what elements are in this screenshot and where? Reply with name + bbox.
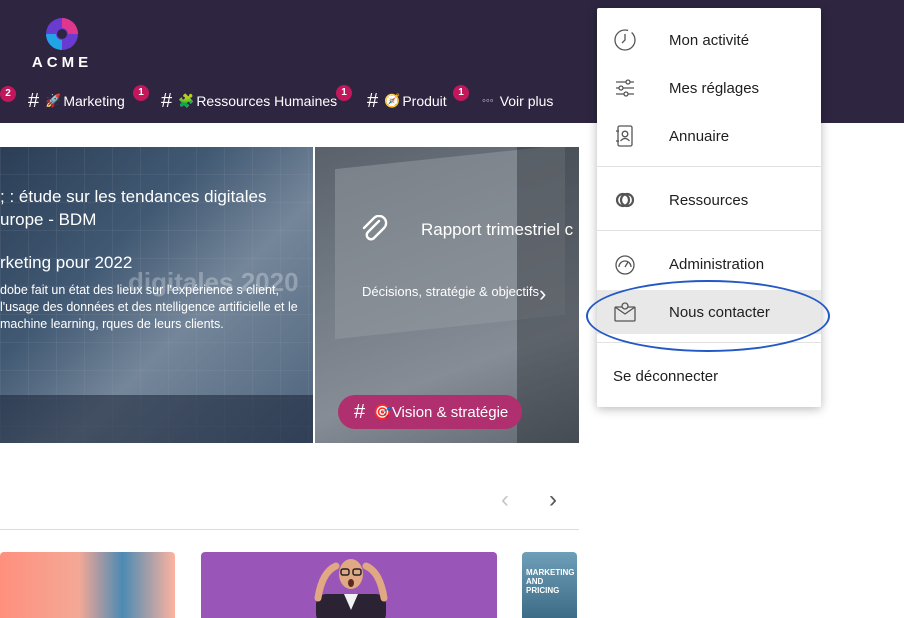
rocket-icon: 🚀 — [45, 93, 62, 108]
nav-badge-produit: 1 — [453, 85, 469, 101]
menu-separator — [597, 342, 821, 343]
menu-item-label: Administration — [669, 255, 765, 273]
nav-item-label: Ressources Humaines — [196, 93, 338, 109]
menu-item-se-deconnecter[interactable]: Se déconnecter — [597, 354, 821, 398]
article-card-3[interactable]: MARKETING AND PRICING — [522, 552, 577, 618]
article-card-1[interactable] — [0, 552, 175, 618]
tag-vision-strategie[interactable]: # 🎯 Vision & stratégie — [338, 395, 523, 429]
contacts-book-icon — [616, 125, 633, 147]
nav-item-ressources-humaines[interactable]: # 🧩 Ressources Humaines — [161, 86, 337, 116]
hashtag-icon: # — [367, 89, 379, 112]
slide-next-chevron-icon[interactable]: › — [539, 281, 546, 307]
hashtag-icon: # — [161, 89, 173, 112]
target-icon: 🎯 — [373, 404, 392, 421]
top-navigation: 2 # 🚀 Marketing 1 # 🧩 Ressources Humaine… — [0, 85, 600, 116]
compass-icon: 🧭 — [384, 93, 401, 108]
hashtag-icon: # — [354, 400, 366, 423]
nav-badge-ressources-humaines: 1 — [336, 85, 352, 101]
menu-item-administration[interactable]: Administration — [597, 242, 821, 286]
user-dropdown-menu: Mon activité Mes réglages Annuaire Resso… — [597, 8, 821, 407]
acme-logo-text: ACME — [31, 54, 93, 71]
menu-item-label: Mes réglages — [669, 79, 760, 97]
nav-item-marketing[interactable]: # 🚀 Marketing — [28, 86, 125, 116]
menu-item-annuaire[interactable]: Annuaire — [597, 114, 821, 158]
menu-item-ressources[interactable]: Ressources — [597, 178, 821, 222]
nav-item-label: Marketing — [63, 93, 125, 109]
puzzle-icon: 🧩 — [178, 93, 195, 108]
section-divider — [0, 529, 579, 530]
menu-item-label: Ressources — [669, 191, 749, 209]
menu-item-label: Mon activité — [669, 31, 750, 49]
acme-logo[interactable]: ACME — [26, 14, 98, 71]
nav-item-produit[interactable]: # 🧭 Produit — [367, 86, 447, 116]
menu-item-nous-contacter[interactable]: Nous contacter — [597, 290, 821, 334]
nav-more-button[interactable]: ◦◦◦ Voir plus — [482, 86, 553, 116]
nav-item-label: Produit — [402, 93, 447, 109]
slide-description: dobe fait un état des lieux sur l'expéri… — [0, 283, 298, 331]
menu-separator — [597, 166, 821, 167]
surprised-person-image — [314, 559, 388, 618]
menu-separator — [597, 230, 821, 231]
menu-item-label: Nous contacter — [669, 303, 770, 321]
acme-logo-mark — [46, 18, 78, 50]
paperclip-icon — [362, 215, 388, 241]
menu-item-mes-reglages[interactable]: Mes réglages — [597, 66, 821, 110]
sliders-icon — [616, 79, 634, 97]
book-cover-text: MARKETING AND PRICING — [526, 568, 575, 595]
gauge-icon — [615, 255, 635, 275]
carousel-slide-2[interactable]: Rapport trimestriel c Décisions, stratég… — [315, 147, 579, 443]
nav-badge-marketing: 1 — [133, 85, 149, 101]
more-dots-icon: ◦◦◦ — [482, 95, 494, 107]
article-card-2[interactable] — [201, 552, 497, 618]
slide-footer-bar — [0, 395, 313, 443]
pager-next-button[interactable]: › — [549, 486, 557, 514]
menu-item-label: Se déconnecter — [613, 367, 719, 385]
mail-contact-icon — [614, 302, 636, 322]
menu-item-label: Annuaire — [669, 127, 730, 145]
slide-subtitle: rketing pour 2022 — [0, 253, 133, 272]
hashtag-icon: # — [28, 89, 40, 112]
slide-subtitle: Décisions, stratégie & objectifs — [362, 284, 540, 299]
clock-icon — [614, 29, 636, 51]
slide-title: ; : étude sur les tendances digitales ur… — [0, 187, 267, 229]
slide-title: Rapport trimestriel c — [421, 220, 574, 239]
nav-badge-leading: 2 — [0, 86, 16, 102]
tag-label: Vision & stratégie — [391, 403, 509, 421]
pager-prev-button[interactable]: ‹ — [501, 486, 509, 514]
carousel-slide-1[interactable]: digitales 2020 ; : étude sur les tendanc… — [0, 147, 313, 443]
link-rings-icon — [615, 192, 635, 208]
nav-more-label: Voir plus — [499, 93, 554, 109]
menu-item-mon-activite[interactable]: Mon activité — [597, 18, 821, 62]
